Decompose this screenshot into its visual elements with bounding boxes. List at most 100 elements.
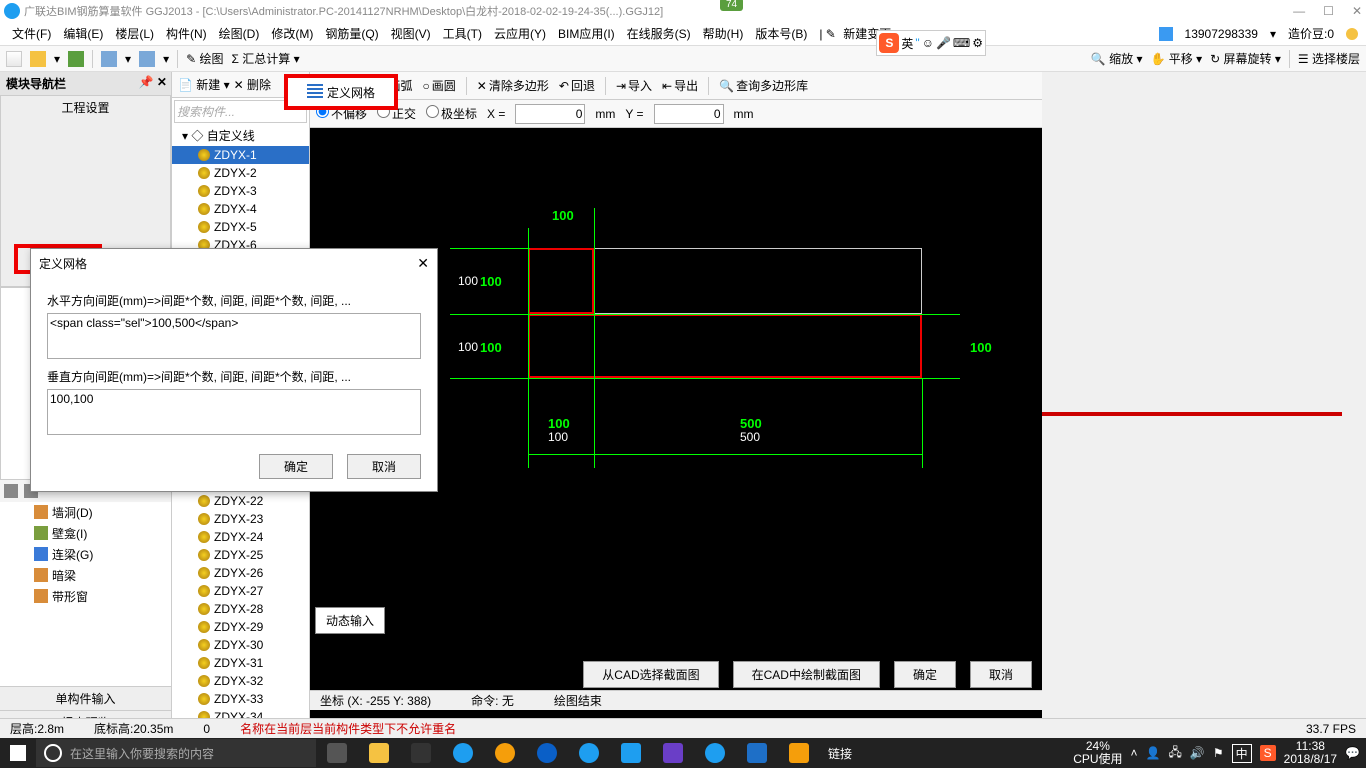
tb-sigma[interactable]: 汇总计算 bbox=[242, 52, 290, 66]
tray-net-icon[interactable]: 🖧 bbox=[1169, 743, 1182, 764]
h-spacing-input[interactable]: <span class="sel">100,500</span> bbox=[47, 313, 421, 359]
ct-circle[interactable]: ○画圆 bbox=[423, 77, 456, 94]
update-badge[interactable]: 74 bbox=[720, 0, 743, 11]
cmd-input[interactable]: 动态输入 bbox=[315, 607, 385, 634]
search-input[interactable]: 搜索构件... bbox=[174, 100, 307, 123]
list-item[interactable]: ZDYX-4 bbox=[172, 200, 309, 218]
menu-bim[interactable]: BIM应用(I) bbox=[554, 23, 619, 44]
menu-view[interactable]: 视图(V) bbox=[387, 23, 435, 44]
menu-component[interactable]: 构件(N) bbox=[162, 23, 211, 44]
menu-cloud[interactable]: 云应用(Y) bbox=[490, 23, 550, 44]
dialog-cancel-button[interactable]: 取消 bbox=[347, 454, 421, 479]
tb-zoom[interactable]: 缩放 bbox=[1109, 52, 1133, 66]
tb-ie[interactable] bbox=[442, 738, 484, 768]
cpu-meter[interactable]: 24%CPU使用 bbox=[1073, 740, 1122, 766]
list-item[interactable]: ZDYX-26 bbox=[172, 564, 309, 582]
list-root[interactable]: ▾ ◇ 自定义线 bbox=[172, 125, 309, 146]
minimize-icon[interactable]: — bbox=[1293, 4, 1305, 18]
radio-ortho[interactable]: 正交 bbox=[377, 105, 416, 122]
tree-node[interactable]: 带形窗 bbox=[0, 586, 171, 607]
tb-draw[interactable]: 绘图 bbox=[199, 52, 223, 66]
tray-flag-icon[interactable]: ⚑ bbox=[1213, 746, 1224, 760]
mini-icon[interactable] bbox=[4, 484, 18, 498]
v-spacing-input[interactable] bbox=[47, 389, 421, 435]
btn-ok[interactable]: 确定 bbox=[894, 661, 956, 688]
menu-help[interactable]: 帮助(H) bbox=[699, 23, 748, 44]
y-input[interactable] bbox=[654, 104, 724, 124]
dialog-ok-button[interactable]: 确定 bbox=[259, 454, 333, 479]
list-item[interactable]: ZDYX-30 bbox=[172, 636, 309, 654]
tray-ime[interactable]: 中 bbox=[1232, 744, 1252, 763]
user-icon[interactable] bbox=[1159, 27, 1173, 41]
tb-explorer[interactable] bbox=[358, 738, 400, 768]
ct-back[interactable]: ↶回退 bbox=[559, 77, 595, 94]
ime-toolbar[interactable]: S 英"☺🎤⌨⚙ bbox=[876, 30, 986, 56]
ct-import[interactable]: ⇥导入 bbox=[616, 77, 652, 94]
btn-cancel[interactable]: 取消 bbox=[970, 661, 1032, 688]
radio-polar[interactable]: 极坐标 bbox=[426, 105, 477, 122]
tb-pan[interactable]: 平移 bbox=[1169, 52, 1193, 66]
tb-ie2[interactable] bbox=[568, 738, 610, 768]
ct-line[interactable]: ／画直线 bbox=[316, 77, 366, 94]
start-button[interactable] bbox=[0, 738, 36, 768]
mid-new[interactable]: 新建 bbox=[196, 78, 220, 92]
new-icon[interactable] bbox=[6, 51, 22, 67]
menu-file[interactable]: 文件(F) bbox=[8, 23, 55, 44]
menu-version[interactable]: 版本号(B) bbox=[751, 23, 811, 44]
nav-pin-icon[interactable]: 📌 ✕ bbox=[139, 75, 167, 89]
list-item[interactable]: ZDYX-25 bbox=[172, 546, 309, 564]
mid-del[interactable]: 删除 bbox=[247, 78, 271, 92]
radio-no-offset[interactable]: 不偏移 bbox=[316, 105, 367, 122]
tb-app6[interactable] bbox=[778, 738, 820, 768]
tb-rotate[interactable]: 屏幕旋转 bbox=[1224, 52, 1272, 66]
tb-edge[interactable] bbox=[526, 738, 568, 768]
ct-clear[interactable]: ✕清除多边形 bbox=[477, 77, 549, 94]
user-phone[interactable]: 13907298339 bbox=[1181, 25, 1262, 43]
list-item[interactable]: ZDYX-24 bbox=[172, 528, 309, 546]
list-item[interactable]: ZDYX-29 bbox=[172, 618, 309, 636]
list-item[interactable]: ZDYX-5 bbox=[172, 218, 309, 236]
clock[interactable]: 11:382018/8/17 bbox=[1284, 740, 1337, 766]
ct-arc[interactable]: ◠画弧 bbox=[376, 77, 413, 94]
tray-sogou[interactable]: S bbox=[1260, 745, 1276, 761]
dialog-close-icon[interactable]: ✕ bbox=[417, 255, 429, 272]
tree-node[interactable]: 暗梁 bbox=[0, 565, 171, 586]
list-item[interactable]: ZDYX-27 bbox=[172, 582, 309, 600]
menu-online[interactable]: 在线服务(S) bbox=[623, 23, 695, 44]
tray-notif-icon[interactable]: 💬 bbox=[1345, 746, 1360, 760]
nav-tree[interactable]: 墙洞(D)壁龛(I)连梁(G)暗梁带形窗桩承台(V)承台梁(V)桩(V)基础板带… bbox=[0, 502, 171, 686]
tb-taskview[interactable] bbox=[316, 738, 358, 768]
list-item[interactable]: ZDYX-32 bbox=[172, 672, 309, 690]
tray-vol-icon[interactable]: 🔊 bbox=[1190, 746, 1205, 760]
tb-app4[interactable] bbox=[694, 738, 736, 768]
save-icon[interactable] bbox=[68, 51, 84, 67]
menu-tools[interactable]: 工具(T) bbox=[439, 23, 486, 44]
taskbar-search[interactable]: 在这里输入你要搜索的内容 bbox=[36, 739, 316, 767]
menu-modify[interactable]: 修改(M) bbox=[267, 23, 317, 44]
redo-icon[interactable] bbox=[139, 51, 155, 67]
sogou-icon[interactable]: S bbox=[879, 33, 899, 53]
menu-edit[interactable]: 编辑(E) bbox=[59, 23, 107, 44]
tray-up-icon[interactable]: ˄ bbox=[1131, 746, 1138, 760]
menu-draw[interactable]: 绘图(D) bbox=[215, 23, 264, 44]
list-item[interactable]: ZDYX-31 bbox=[172, 654, 309, 672]
tb-floor[interactable]: 选择楼层 bbox=[1312, 52, 1360, 66]
btm-single[interactable]: 单构件输入 bbox=[0, 686, 171, 710]
list-item[interactable]: ZDYX-1 bbox=[172, 146, 309, 164]
list-item[interactable]: ZDYX-2 bbox=[172, 164, 309, 182]
tb-app5[interactable] bbox=[736, 738, 778, 768]
tray-people-icon[interactable]: 👤 bbox=[1146, 746, 1161, 760]
list-item[interactable]: ZDYX-33 bbox=[172, 690, 309, 708]
tb-store[interactable] bbox=[610, 738, 652, 768]
tb-app2[interactable] bbox=[484, 738, 526, 768]
list-item[interactable]: ZDYX-22 bbox=[172, 492, 309, 510]
menu-floor[interactable]: 楼层(L) bbox=[111, 23, 158, 44]
open-icon[interactable] bbox=[30, 51, 46, 67]
list-item[interactable]: ZDYX-28 bbox=[172, 600, 309, 618]
btn-cad-select[interactable]: 从CAD选择截面图 bbox=[583, 661, 718, 688]
tree-node[interactable]: 墙洞(D) bbox=[0, 502, 171, 523]
tree-node[interactable]: 连梁(G) bbox=[0, 544, 171, 565]
btn-cad-draw[interactable]: 在CAD中绘制截面图 bbox=[733, 661, 880, 688]
list-item[interactable]: ZDYX-3 bbox=[172, 182, 309, 200]
tb-link[interactable]: 链接 bbox=[820, 745, 860, 762]
